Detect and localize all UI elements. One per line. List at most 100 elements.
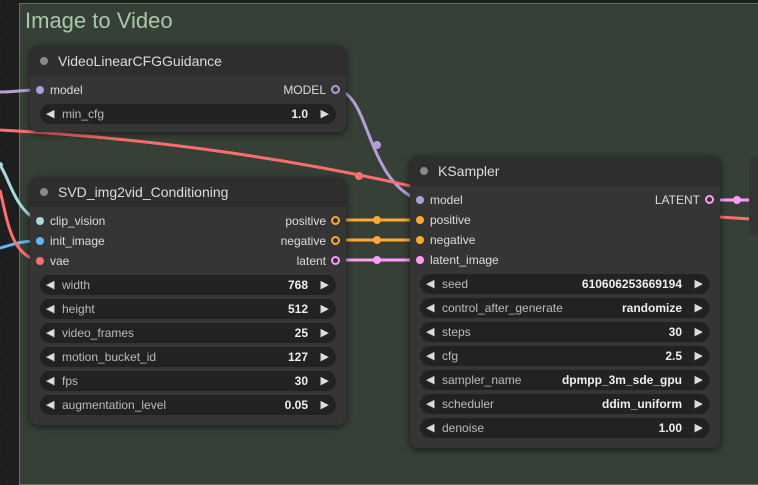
input-port-negative-icon[interactable]	[416, 236, 424, 244]
node-offscreen-partial[interactable]	[749, 156, 758, 236]
node-header[interactable]: VideoLinearCFGGuidance	[30, 46, 346, 76]
decrement-arrow-icon[interactable]: ◀	[426, 421, 434, 434]
slot-row-vae: vae latent	[30, 251, 346, 271]
widget-cfg[interactable]: ◀ cfg 2.5 ▶	[420, 346, 710, 366]
increment-arrow-icon[interactable]: ▶	[321, 350, 329, 363]
link-positive-midpoint	[373, 216, 381, 224]
increment-arrow-icon[interactable]: ▶	[321, 302, 329, 315]
node-header[interactable]: SVD_img2vid_Conditioning	[30, 177, 346, 207]
increment-arrow-icon[interactable]: ▶	[695, 277, 703, 290]
slot-row-positive: positive	[410, 210, 720, 230]
input-port-latent-image-icon[interactable]	[416, 256, 424, 264]
widget-video-frames[interactable]: ◀ video_frames 25 ▶	[40, 323, 336, 343]
output-port-latent-icon[interactable]	[331, 256, 340, 265]
decrement-arrow-icon[interactable]: ◀	[46, 107, 54, 120]
node-title: KSampler	[438, 163, 500, 179]
increment-arrow-icon[interactable]: ▶	[695, 349, 703, 362]
node-video-linear-cfg-guidance[interactable]: VideoLinearCFGGuidance model MODEL ◀ min…	[30, 46, 346, 132]
widget-augmentation-level[interactable]: ◀ augmentation_level 0.05 ▶	[40, 395, 336, 415]
output-label-latent: LATENT	[654, 193, 700, 207]
increment-arrow-icon[interactable]: ▶	[321, 374, 329, 387]
decrement-arrow-icon[interactable]: ◀	[46, 374, 54, 387]
collapse-dot-icon[interactable]	[420, 167, 428, 175]
link-model-midpoint	[373, 141, 381, 149]
link-latent-midpoint	[373, 256, 381, 264]
widget-label: height	[62, 302, 95, 316]
increment-arrow-icon[interactable]: ▶	[695, 397, 703, 410]
widget-scheduler[interactable]: ◀ scheduler ddim_uniform ▶	[420, 394, 710, 414]
widget-sampler-name[interactable]: ◀ sampler_name dpmpp_3m_sde_gpu ▶	[420, 370, 710, 390]
increment-arrow-icon[interactable]: ▶	[321, 107, 329, 120]
widget-label: width	[62, 278, 91, 292]
decrement-arrow-icon[interactable]: ◀	[46, 350, 54, 363]
decrement-arrow-icon[interactable]: ◀	[426, 397, 434, 410]
increment-arrow-icon[interactable]: ▶	[695, 301, 703, 314]
widget-steps[interactable]: ◀ steps 30 ▶	[420, 322, 710, 342]
widget-value: 25	[294, 326, 308, 340]
decrement-arrow-icon[interactable]: ◀	[46, 278, 54, 291]
node-title: VideoLinearCFGGuidance	[58, 53, 222, 69]
decrement-arrow-icon[interactable]: ◀	[426, 373, 434, 386]
input-port-positive-icon[interactable]	[416, 216, 424, 224]
widget-label: steps	[442, 325, 471, 339]
widget-value: 30	[294, 374, 308, 388]
node-header[interactable]: KSampler	[410, 156, 720, 186]
output-port-negative-icon[interactable]	[331, 236, 340, 245]
input-label-latent-image: latent_image	[430, 253, 499, 267]
widget-height[interactable]: ◀ height 512 ▶	[40, 299, 336, 319]
widget-label: seed	[442, 277, 469, 291]
increment-arrow-icon[interactable]: ▶	[695, 325, 703, 338]
decrement-arrow-icon[interactable]: ◀	[426, 349, 434, 362]
input-port-model-icon[interactable]	[416, 196, 424, 204]
decrement-arrow-icon[interactable]: ◀	[426, 325, 434, 338]
input-port-model-icon[interactable]	[36, 86, 44, 94]
input-label-model: model	[430, 193, 463, 207]
widget-label: min_cfg	[62, 107, 105, 121]
increment-arrow-icon[interactable]: ▶	[695, 373, 703, 386]
widget-label: fps	[62, 374, 79, 388]
widget-label: augmentation_level	[62, 398, 167, 412]
input-port-clip-vision-icon[interactable]	[36, 217, 44, 225]
slot-row-negative: negative	[410, 230, 720, 250]
link-latent-out-midpoint	[733, 196, 741, 204]
input-label-vae: vae	[50, 254, 70, 268]
increment-arrow-icon[interactable]: ▶	[321, 398, 329, 411]
widget-label: control_after_generate	[442, 301, 563, 315]
slot-row-model: model MODEL	[30, 80, 346, 100]
decrement-arrow-icon[interactable]: ◀	[46, 398, 54, 411]
widget-label: denoise	[442, 421, 485, 435]
widget-control-after-generate[interactable]: ◀ control_after_generate randomize ▶	[420, 298, 710, 318]
input-port-init-image-icon[interactable]	[36, 237, 44, 245]
widget-label: motion_bucket_id	[62, 350, 157, 364]
widget-width[interactable]: ◀ width 768 ▶	[40, 275, 336, 295]
output-port-positive-icon[interactable]	[331, 216, 340, 225]
input-label-negative: negative	[430, 233, 476, 247]
widget-min-cfg[interactable]: ◀ min_cfg 1.0 ▶	[40, 104, 336, 124]
output-port-latent-icon[interactable]	[705, 195, 714, 204]
output-label-model: MODEL	[283, 83, 326, 97]
input-label-init-image: init_image	[50, 234, 105, 248]
decrement-arrow-icon[interactable]: ◀	[426, 301, 434, 314]
widget-value: 0.05	[284, 398, 308, 412]
widget-value: 1.00	[658, 421, 682, 435]
collapse-dot-icon[interactable]	[40, 188, 48, 196]
increment-arrow-icon[interactable]: ▶	[695, 421, 703, 434]
increment-arrow-icon[interactable]: ▶	[321, 326, 329, 339]
node-svd-img2vid-conditioning[interactable]: SVD_img2vid_Conditioning clip_vision pos…	[30, 177, 346, 425]
collapse-dot-icon[interactable]	[40, 57, 48, 65]
slot-row-clip-vision: clip_vision positive	[30, 211, 346, 231]
decrement-arrow-icon[interactable]: ◀	[46, 302, 54, 315]
widget-fps[interactable]: ◀ fps 30 ▶	[40, 371, 336, 391]
input-port-vae-icon[interactable]	[36, 257, 44, 265]
node-ksampler[interactable]: KSampler model LATENT positive negative …	[410, 156, 720, 448]
slot-row-latent-image: latent_image	[410, 250, 720, 270]
decrement-arrow-icon[interactable]: ◀	[46, 326, 54, 339]
widget-seed[interactable]: ◀ seed 610606253669194 ▶	[420, 274, 710, 294]
output-port-model-icon[interactable]	[331, 85, 340, 94]
decrement-arrow-icon[interactable]: ◀	[426, 277, 434, 290]
input-label-positive: positive	[430, 213, 471, 227]
widget-denoise[interactable]: ◀ denoise 1.00 ▶	[420, 418, 710, 438]
increment-arrow-icon[interactable]: ▶	[321, 278, 329, 291]
widget-motion-bucket-id[interactable]: ◀ motion_bucket_id 127 ▶	[40, 347, 336, 367]
input-label-clip-vision: clip_vision	[50, 214, 106, 228]
